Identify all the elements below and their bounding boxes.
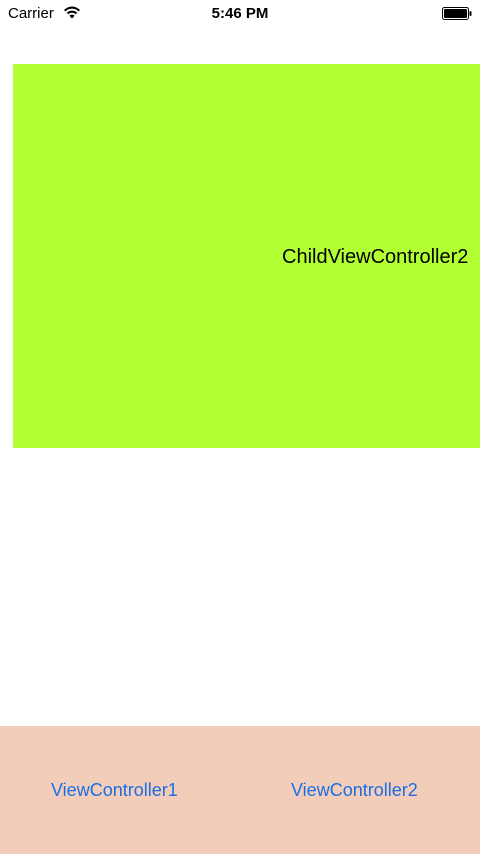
bottom-toolbar: ViewController1 ViewController2 bbox=[0, 726, 480, 854]
status-bar: Carrier 5:46 PM bbox=[0, 0, 480, 28]
app-screen: Carrier 5:46 PM ChildViewController2 Vie… bbox=[0, 0, 480, 854]
battery-icon bbox=[442, 7, 472, 20]
view-controller-1-button[interactable]: ViewController1 bbox=[51, 778, 178, 802]
view-controller-2-button[interactable]: ViewController2 bbox=[291, 778, 418, 802]
child-view-label: ChildViewController2 bbox=[282, 246, 469, 268]
child-view-container: ChildViewController2 bbox=[13, 64, 480, 448]
status-time: 5:46 PM bbox=[211, 5, 269, 22]
